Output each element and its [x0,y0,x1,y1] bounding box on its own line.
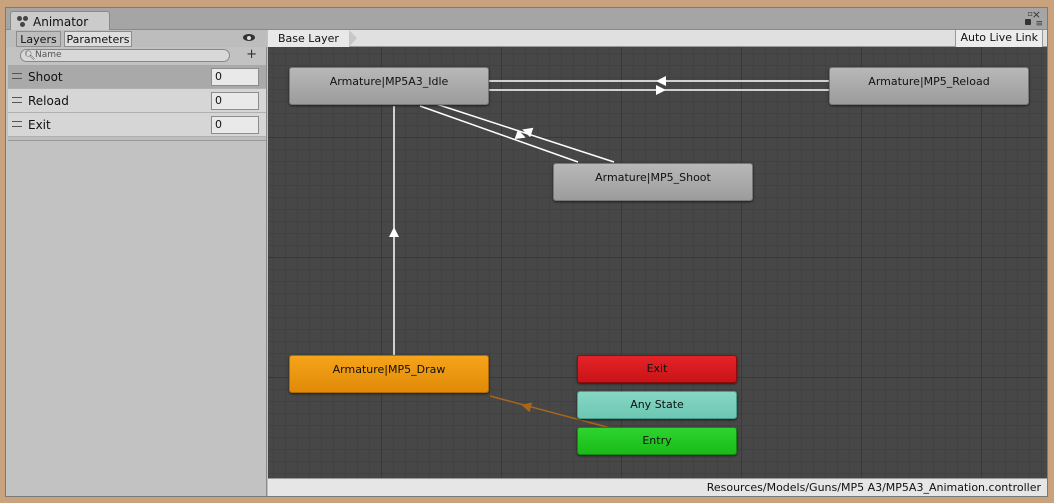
state-node-draw[interactable]: Armature|MP5_Draw [289,355,489,393]
breadcrumb[interactable]: Base Layer [268,30,357,47]
menu-icon[interactable]: ≡ [1035,19,1043,29]
entry-node[interactable]: Entry [577,427,737,455]
exit-node[interactable]: Exit [577,355,737,383]
animator-icon [17,15,29,28]
state-node-reload[interactable]: Armature|MP5_Reload [829,67,1029,105]
state-node-shoot[interactable]: Armature|MP5_Shoot [553,163,753,201]
parameter-row-exit[interactable]: Exit 0 [8,113,266,137]
transition-idle-to-shoot[interactable] [419,105,579,163]
window-title: Animator [33,14,89,29]
panel-tabs: Layers Parameters [6,30,267,47]
search-icon: 🔍︎ [24,51,36,61]
search-placeholder: Name [35,50,62,60]
parameter-row-shoot[interactable]: Shoot 0 [8,65,266,89]
parameter-value-field[interactable]: 0 [211,68,259,86]
transition-shoot-to-idle[interactable] [429,101,615,163]
parameter-name: Shoot [28,70,63,84]
any-state-node[interactable]: Any State [577,391,737,419]
drag-handle-icon[interactable] [12,73,22,79]
parameter-search-input[interactable]: 🔍︎ Name [20,49,230,62]
arrow-icon [656,76,666,86]
parameter-name: Exit [28,118,51,132]
animator-window-tab[interactable]: Animator [10,11,110,31]
arrow-icon [656,85,666,95]
state-node-idle[interactable]: Armature|MP5A3_Idle [289,67,489,105]
eye-icon[interactable] [243,33,255,41]
parameter-row-reload[interactable]: Reload 0 [8,89,266,113]
parameter-value-field[interactable]: 0 [211,116,259,134]
parameter-value-field[interactable]: 0 [211,92,259,110]
tab-layers[interactable]: Layers [16,31,61,47]
parameter-name: Reload [28,94,69,108]
search-row: 🔍︎ Name + [6,47,267,64]
arrow-icon [389,227,399,237]
parameters-panel: Layers Parameters 🔍︎ Name + Shoot 0 Relo… [6,30,267,496]
drag-handle-icon[interactable] [12,121,22,127]
lock-icon[interactable] [1025,19,1031,25]
auto-live-link-button[interactable]: Auto Live Link [955,30,1043,47]
animator-window: Animator ▫ × ≡ Layers Parameters 🔍︎ Name… [5,7,1048,497]
graph-toolbar: Base Layer Auto Live Link [268,30,1047,47]
parameter-list: Shoot 0 Reload 0 Exit 0 [8,65,266,137]
arrow-icon [521,402,533,413]
parameter-list-footer [8,137,266,141]
window-controls: ▫ × ≡ [1019,8,1043,29]
state-machine-graph[interactable]: Base Layer Auto Live Link Armature|MP5A3… [268,30,1047,478]
tab-parameters[interactable]: Parameters [64,31,132,47]
drag-handle-icon[interactable] [12,97,22,103]
window-tab-strip: Animator ▫ × ≡ [6,8,1047,31]
asset-path-status: Resources/Models/Guns/MP5 A3/MP5A3_Anima… [268,478,1047,496]
add-parameter-button[interactable]: + [246,48,257,61]
